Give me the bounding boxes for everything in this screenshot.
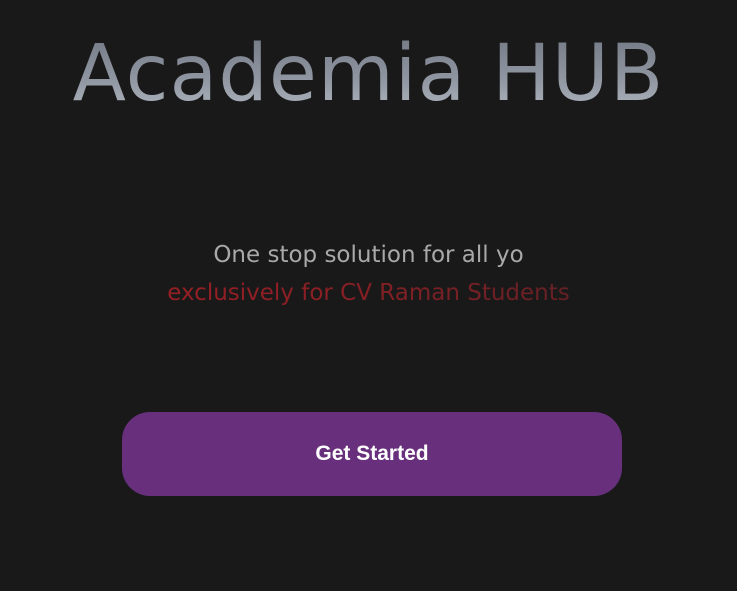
tagline: One stop solution for all yo [213, 242, 524, 268]
subtagline: exclusively for CV Raman Students [0, 278, 737, 308]
landing-page: Academia HUB One stop solution for all y… [0, 0, 737, 591]
get-started-button[interactable]: Get Started [122, 412, 622, 496]
app-title: Academia HUB [0, 26, 737, 122]
get-started-label: Get Started [315, 442, 429, 465]
subtagline-text: exclusively for CV Raman Students [167, 280, 570, 306]
